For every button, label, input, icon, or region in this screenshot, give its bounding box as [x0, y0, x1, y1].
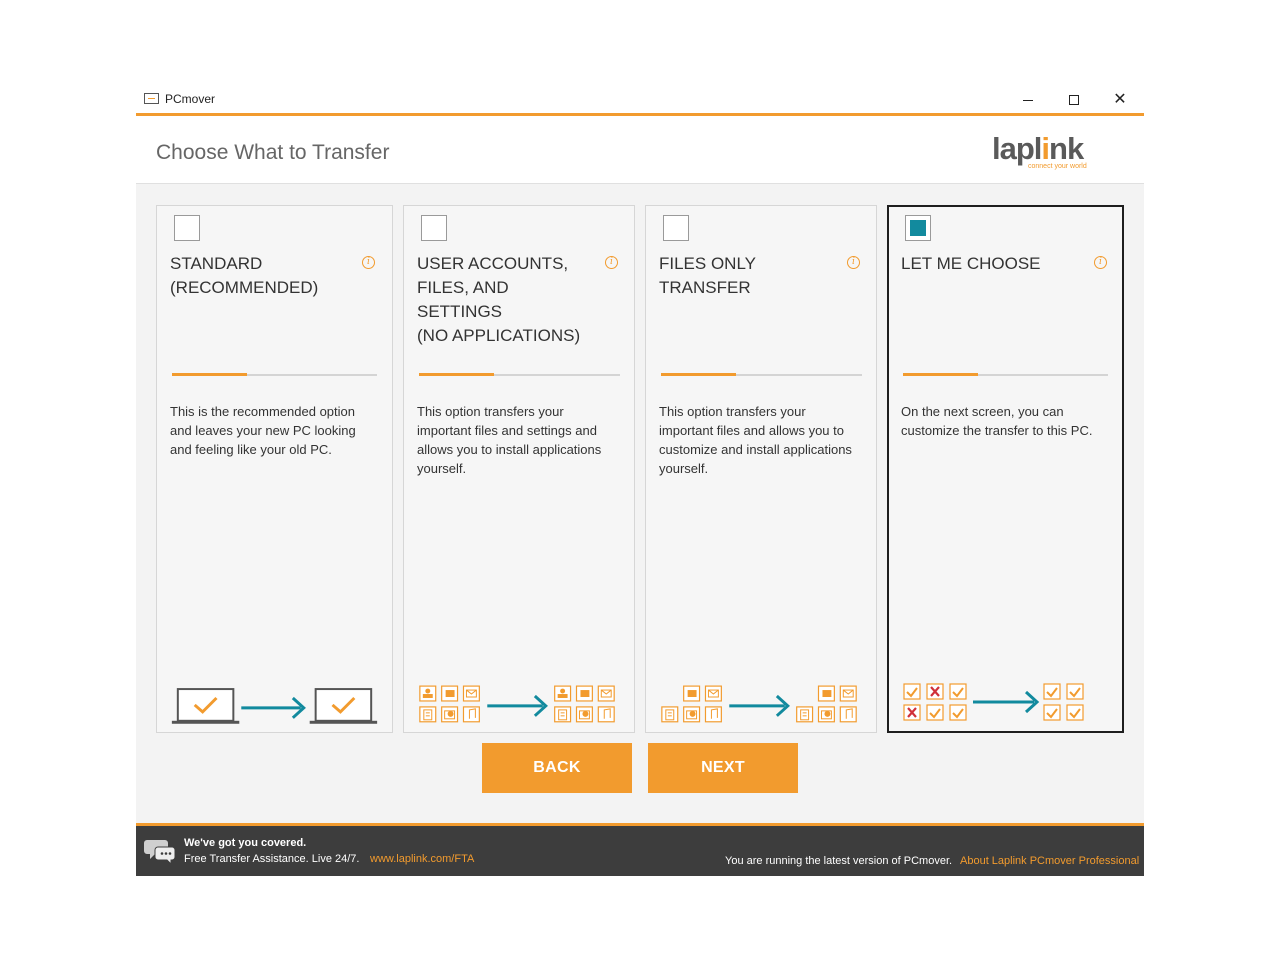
about-link[interactable]: About Laplink PCmover Professional	[960, 855, 1139, 867]
logo-i: i	[1041, 131, 1050, 166]
back-button[interactable]: BACK	[482, 743, 632, 793]
minimize-icon	[1023, 99, 1033, 101]
logo-tagline: connect your world	[1028, 163, 1087, 170]
next-button[interactable]: NEXT	[648, 743, 798, 793]
divider	[661, 373, 862, 376]
option-checkbox-files-only[interactable]	[663, 215, 689, 241]
laplink-logo: laplink connect your world	[992, 131, 1102, 171]
option-card-let-me-choose[interactable]: LET ME CHOOSE i On the next screen, you …	[887, 205, 1124, 733]
option-description: This option transfers your important fil…	[417, 404, 602, 476]
info-icon[interactable]: i	[847, 256, 860, 269]
option-card-standard[interactable]: STANDARD (RECOMMENDED) i This is the rec…	[156, 205, 393, 733]
arrow-icon	[487, 694, 548, 717]
divider	[903, 373, 1108, 376]
laptop-transfer-illustration	[171, 688, 378, 724]
info-icon[interactable]: i	[605, 256, 618, 269]
option-description: On the next screen, you can customize th…	[901, 404, 1093, 438]
option-checkbox-user-accounts[interactable]	[421, 215, 447, 241]
maximize-icon	[1069, 95, 1079, 105]
arrow-icon	[241, 696, 306, 719]
info-icon[interactable]: i	[1094, 256, 1107, 269]
option-card-files-only[interactable]: FILES ONLY TRANSFER i This option transf…	[645, 205, 877, 733]
option-title: STANDARD (RECOMMENDED)	[170, 254, 319, 297]
option-card-user-accounts[interactable]: USER ACCOUNTS, FILES, AND SETTINGS (NO A…	[403, 205, 635, 733]
footer-bar: We've got you covered. Free Transfer Ass…	[136, 823, 1144, 876]
options-area: STANDARD (RECOMMENDED) i This is the rec…	[136, 184, 1144, 823]
old-laptop-icon	[171, 688, 240, 724]
option-checkbox-standard[interactable]	[174, 215, 200, 241]
logo-text-end: nk	[1049, 131, 1084, 166]
close-icon: ✕	[1113, 91, 1127, 108]
support-heading: We've got you covered.	[184, 837, 307, 849]
page-header: Choose What to Transfer laplink connect …	[136, 119, 1144, 184]
support-text: Free Transfer Assistance. Live 24/7.	[184, 853, 360, 865]
close-button[interactable]: ✕	[1098, 88, 1142, 112]
info-icon[interactable]: i	[362, 256, 375, 269]
new-laptop-icon	[309, 688, 378, 724]
option-description: This option transfers your important fil…	[659, 404, 852, 476]
maximize-button[interactable]	[1052, 88, 1096, 112]
custom-selection-illustration	[903, 683, 1084, 721]
arrow-icon	[973, 690, 1040, 714]
version-status: You are running the latest version of PC…	[725, 855, 953, 867]
divider	[172, 373, 377, 376]
option-title: USER ACCOUNTS, FILES, AND SETTINGS (NO A…	[417, 254, 581, 345]
logo-text: lapl	[992, 131, 1042, 166]
files-settings-illustration	[419, 685, 615, 723]
page-title: Choose What to Transfer	[156, 141, 390, 164]
files-only-illustration	[661, 685, 857, 723]
arrow-icon	[729, 694, 790, 717]
chat-icon	[144, 840, 176, 864]
option-title: LET ME CHOOSE	[901, 254, 1041, 273]
minimize-button[interactable]	[1006, 88, 1050, 112]
option-checkbox-let-me-choose[interactable]	[905, 215, 931, 241]
app-icon	[144, 93, 159, 104]
window-title: PCmover	[165, 92, 216, 106]
title-bar: PCmover ✕	[136, 84, 1144, 116]
option-description: This is the recommended option and leave…	[170, 404, 356, 457]
fta-link[interactable]: www.laplink.com/FTA	[370, 853, 474, 865]
option-title: FILES ONLY TRANSFER	[659, 254, 756, 297]
divider	[419, 373, 620, 376]
pcmover-window: PCmover ✕ Choose What to Transfer laplin…	[136, 84, 1144, 876]
